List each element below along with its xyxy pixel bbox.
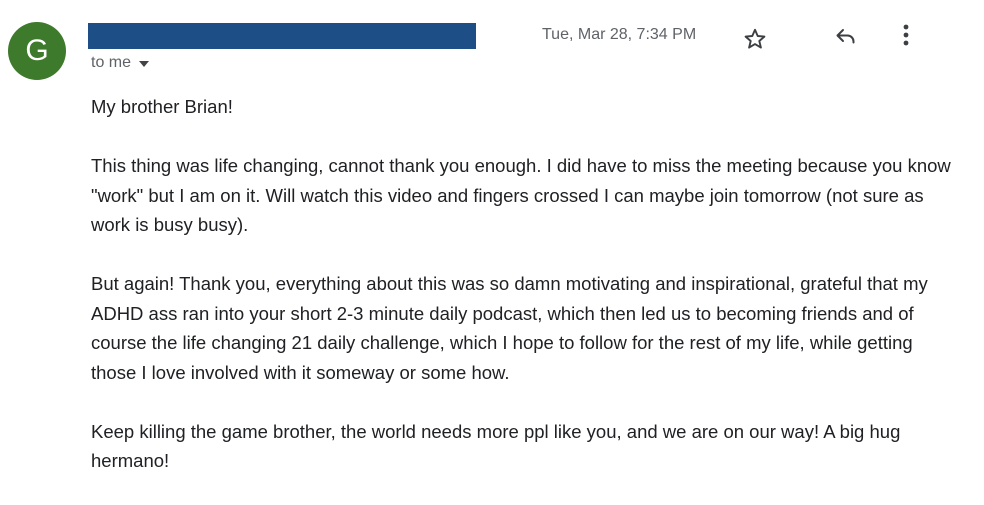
star-icon	[744, 28, 766, 49]
email-message: G to me Tue, Mar 28, 7:34 PM My brother …	[0, 0, 984, 497]
message-timestamp: Tue, Mar 28, 7:34 PM	[542, 26, 697, 43]
sender-avatar[interactable]: G	[8, 22, 66, 80]
star-button[interactable]	[741, 25, 769, 53]
more-vert-icon	[903, 24, 909, 46]
chevron-down-icon	[139, 61, 150, 67]
message-paragraph: But again! Thank you, everything about t…	[91, 273, 928, 383]
more-options-button[interactable]	[895, 20, 917, 50]
reply-button[interactable]	[832, 22, 860, 50]
message-body: My brother Brian! This thing was life ch…	[91, 92, 951, 505]
message-paragraph: This thing was life changing, cannot tha…	[91, 155, 951, 235]
message-paragraph: Keep killing the game brother, the world…	[91, 420, 901, 472]
message-greeting: My brother Brian!	[91, 96, 233, 117]
reply-icon	[836, 29, 855, 44]
recipient-label: to me	[91, 54, 132, 71]
sender-name-redacted	[88, 23, 476, 49]
recipient-details-toggle[interactable]: to me	[91, 54, 150, 72]
